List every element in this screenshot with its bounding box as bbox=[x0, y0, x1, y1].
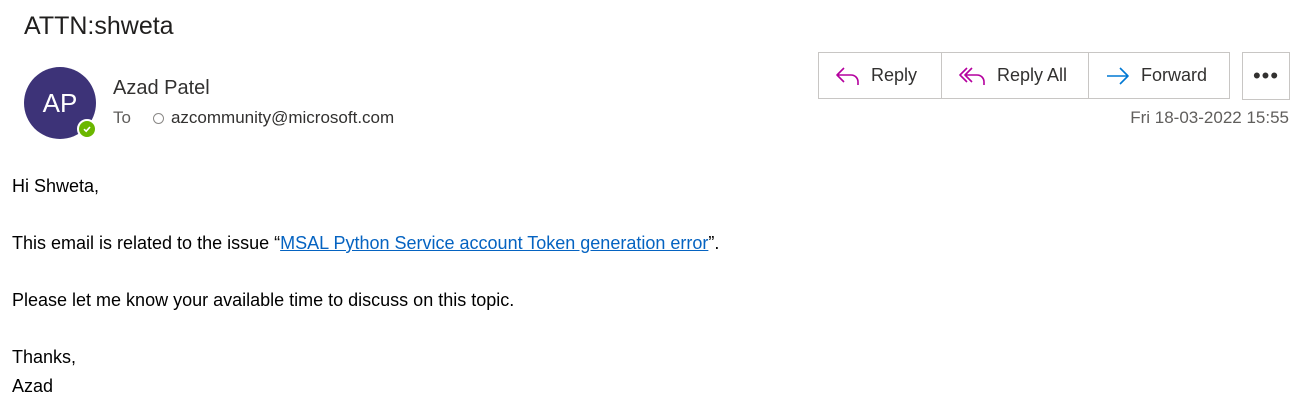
reply-all-label: Reply All bbox=[997, 65, 1068, 85]
closing: Thanks, bbox=[12, 347, 77, 367]
sender-name[interactable]: Azad Patel bbox=[113, 77, 210, 100]
reply-all-icon bbox=[959, 65, 987, 87]
issue-prefix: This email is related to the issue “ bbox=[12, 233, 281, 253]
body-paragraph-request: Please let me know your available time t… bbox=[12, 290, 515, 310]
signature: Azad bbox=[12, 376, 54, 396]
reply-all-button[interactable]: Reply All bbox=[941, 53, 1088, 98]
recipient-row: To azcommunity@microsoft.com bbox=[113, 108, 394, 128]
greeting: Hi Shweta, bbox=[12, 176, 100, 196]
message-body: Hi Shweta, This email is related to the … bbox=[12, 172, 719, 401]
to-label: To bbox=[113, 108, 131, 127]
more-icon: ••• bbox=[1252, 63, 1280, 88]
sent-date: Fri 18-03-2022 15:55 bbox=[1130, 108, 1289, 127]
forward-icon bbox=[1105, 65, 1131, 87]
forward-label: Forward bbox=[1141, 65, 1208, 85]
presence-available-icon bbox=[77, 119, 97, 139]
reply-label: Reply bbox=[871, 65, 918, 85]
issue-link[interactable]: MSAL Python Service account Token genera… bbox=[280, 233, 708, 253]
body-paragraph-issue: This email is related to the issue “MSAL… bbox=[12, 229, 719, 258]
avatar-initials: AP bbox=[42, 87, 78, 118]
email-subject: ATTN:shweta bbox=[24, 12, 174, 40]
recipient-presence-icon bbox=[152, 112, 164, 124]
recipient-address[interactable]: azcommunity@microsoft.com bbox=[171, 108, 394, 128]
more-actions-button[interactable]: ••• bbox=[1242, 52, 1290, 100]
reply-icon bbox=[835, 65, 861, 87]
issue-suffix: ”. bbox=[708, 233, 720, 253]
message-actions: Reply Reply All Forward bbox=[818, 52, 1230, 99]
forward-button[interactable]: Forward bbox=[1088, 53, 1229, 98]
reply-button[interactable]: Reply bbox=[819, 53, 941, 98]
